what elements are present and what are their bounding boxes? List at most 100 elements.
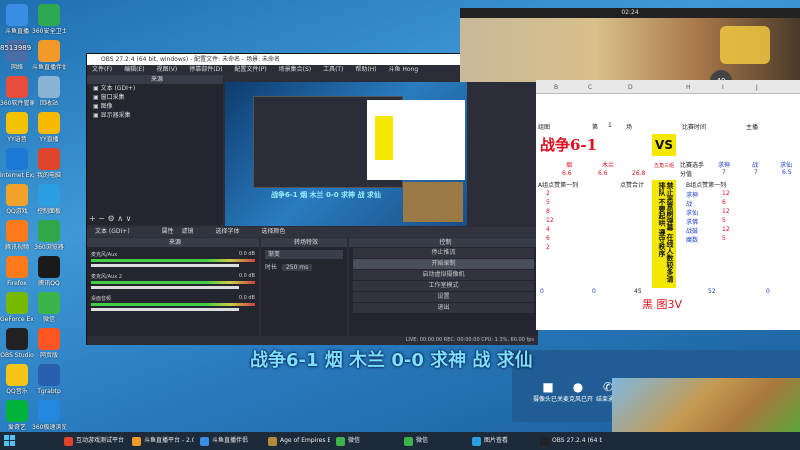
props-tab[interactable]: 选择字体 xyxy=(215,228,239,235)
taskbar-item[interactable]: 互动游戏测试平台 xyxy=(62,434,126,448)
props-tab[interactable]: 属性 xyxy=(162,228,174,235)
desktop-icon[interactable]: Internet Explorer xyxy=(0,148,34,179)
sheet-cell: 6.5 xyxy=(782,169,792,176)
source-item[interactable]: ▣ 显示器采集 xyxy=(87,111,223,120)
menu-scene-collection[interactable]: 场景集合(S) xyxy=(279,66,312,73)
desktop-icon-label: YY语音 xyxy=(7,136,27,143)
exit-button[interactable]: 退出 xyxy=(353,303,534,313)
app-icon xyxy=(6,4,28,26)
menu-help[interactable]: 帮助(H) xyxy=(355,66,376,73)
desktop-icon[interactable]: 腾讯视频 xyxy=(0,220,34,251)
taskbar-item[interactable]: 微信 xyxy=(334,434,398,448)
settings-button[interactable]: 设置 xyxy=(353,292,534,302)
desktop-icon[interactable]: 360浏览器 xyxy=(32,220,66,251)
sheet-cell: 第 xyxy=(592,124,599,131)
source-item[interactable]: ▣ 图像 xyxy=(87,102,223,111)
desktop-icon[interactable]: QQ音乐 xyxy=(0,364,34,395)
app-icon xyxy=(38,148,60,170)
menu-douyu[interactable]: 斗鱼 Hong xyxy=(388,66,418,73)
desktop-icon[interactable]: QQ游戏 xyxy=(0,184,34,215)
app-icon xyxy=(6,112,28,134)
app-icon xyxy=(38,4,60,26)
stop-streaming-button[interactable]: 停止推流 xyxy=(353,248,534,258)
desktop-icon[interactable]: 网页版 xyxy=(32,328,66,359)
studio-mode-button[interactable]: 工作室模式 xyxy=(353,281,534,291)
desktop-icon[interactable]: 控制面板 xyxy=(32,184,66,215)
app-icon xyxy=(6,400,28,422)
duration-row: 时长 250 ms xyxy=(265,262,343,271)
desktop-icon[interactable]: 微信 xyxy=(32,292,66,323)
sheet-cell: 求神 xyxy=(718,162,731,169)
taskbar-app-icon xyxy=(336,437,345,446)
b-group-name: 战 xyxy=(686,201,693,208)
taskbar-item[interactable]: 斗鱼直播平台 - 2.0... xyxy=(130,434,194,448)
sheet-cell: 7 xyxy=(722,169,726,176)
menu-view[interactable]: 视图(V) xyxy=(156,66,177,73)
desktop-icon[interactable]: Firefox xyxy=(0,256,34,287)
menu-docks[interactable]: 停靠部件(D) xyxy=(189,66,222,73)
taskbar-app-icon xyxy=(132,437,141,446)
menu-profile[interactable]: 配置文件(P) xyxy=(234,66,266,73)
props-tab[interactable]: 滤镜 xyxy=(182,228,194,235)
start-recording-button[interactable]: 开始录制 xyxy=(353,259,534,269)
sheet-cell: 7 xyxy=(754,169,758,176)
desktop-icon[interactable]: YY语音 xyxy=(0,112,34,143)
desktop-icon[interactable]: 360安全卫士 xyxy=(32,4,66,35)
taskbar-item[interactable]: 斗鱼直播伴侣 xyxy=(198,434,262,448)
app-icon xyxy=(38,76,60,98)
app-icon xyxy=(38,400,60,422)
sheet-ribbon xyxy=(536,80,800,94)
desktop-icon-label: 360浏览器 xyxy=(34,244,64,251)
virtual-camera-button[interactable]: 启动虚拟摄像机 xyxy=(353,270,534,280)
b-group-name: 战鼓 xyxy=(686,228,699,235)
sheet-cell: 主播 xyxy=(746,124,759,131)
menu-edit[interactable]: 编辑(E) xyxy=(124,66,144,73)
volume-slider[interactable] xyxy=(91,264,239,267)
controls-panel: 控制 停止推流 开始录制 启动虚拟摄像机 工作室模式 设置 退出 xyxy=(349,238,538,336)
source-item[interactable]: ▣ 文本 (GDI+) xyxy=(87,84,223,93)
desktop-icon[interactable]: 腾讯QQ xyxy=(32,256,66,287)
volume-slider[interactable] xyxy=(91,308,239,311)
desktop-icon[interactable]: 我的电脑 xyxy=(32,148,66,179)
start-button[interactable] xyxy=(4,435,16,447)
desktop-icon[interactable]: 斗鱼直播 xyxy=(0,4,34,35)
source-item[interactable]: ▣ 窗口采集 xyxy=(87,93,223,102)
props-tab[interactable]: 选择颜色 xyxy=(261,228,285,235)
taskbar-item[interactable]: 微信 xyxy=(402,434,466,448)
desktop-icon[interactable]: YY直播 xyxy=(32,112,66,143)
taskbar-item[interactable]: OBS 27.2.4 (64 bi... xyxy=(538,434,602,448)
transition-select[interactable]: 渐变 xyxy=(265,250,343,259)
desktop-icon[interactable]: 360极速浏览器 xyxy=(32,400,66,431)
desktop-icon-label: 斗鱼直播 xyxy=(4,28,29,35)
duration-input[interactable]: 250 ms xyxy=(281,264,313,271)
menu-tools[interactable]: 工具(T) xyxy=(323,66,343,73)
volume-slider[interactable] xyxy=(91,286,239,289)
desktop-icon[interactable]: GeForce Experience xyxy=(0,292,34,323)
a-group-count: 12 xyxy=(546,217,554,224)
taskbar-app-icon xyxy=(404,437,413,446)
source-toolbar[interactable]: + − ⚙ ∧ ∨ xyxy=(89,214,131,223)
menu-file[interactable]: 文件(F) xyxy=(92,66,112,73)
player-value: 6.6 xyxy=(598,170,608,177)
preview-canvas[interactable]: 战争6-1 烟 木兰 0-0 求神 战 求仙 xyxy=(225,82,467,226)
app-icon xyxy=(38,220,60,242)
taskbar-app-icon xyxy=(64,437,73,446)
b-group-name: 求佛 xyxy=(686,219,699,226)
sheet-cell: 场 xyxy=(626,124,633,131)
sheet-cell: 45 xyxy=(634,288,642,295)
b-group-name: 求神 xyxy=(686,192,699,199)
a-group-count: 2 xyxy=(546,244,550,251)
a-group-count: 8 xyxy=(546,208,550,215)
scoreboard-sheet: B C D H I J 组图 第 1 场 比赛时间 主播 战争6-1 VS 烟 … xyxy=(536,80,800,330)
desktop-icon[interactable]: 回收站 xyxy=(32,76,66,107)
sheet-cell: 0 xyxy=(540,288,544,295)
desktop-icon-label: 360安全卫士 xyxy=(32,28,66,35)
taskbar-item[interactable]: Age of Empires E... xyxy=(266,434,330,448)
taskbar-item[interactable]: 图片查看 xyxy=(470,434,534,448)
desktop-icon-label: 360极速浏览器 xyxy=(32,424,66,431)
desktop-icon[interactable]: OBS Studio xyxy=(0,328,34,359)
desktop-icon-label: 360软件管家 xyxy=(0,100,34,107)
desktop-icon[interactable]: 爱奇艺 xyxy=(0,400,34,431)
desktop-icon[interactable]: Tgrabtp xyxy=(32,364,66,395)
desktop-icon[interactable]: 360软件管家 xyxy=(0,76,34,107)
